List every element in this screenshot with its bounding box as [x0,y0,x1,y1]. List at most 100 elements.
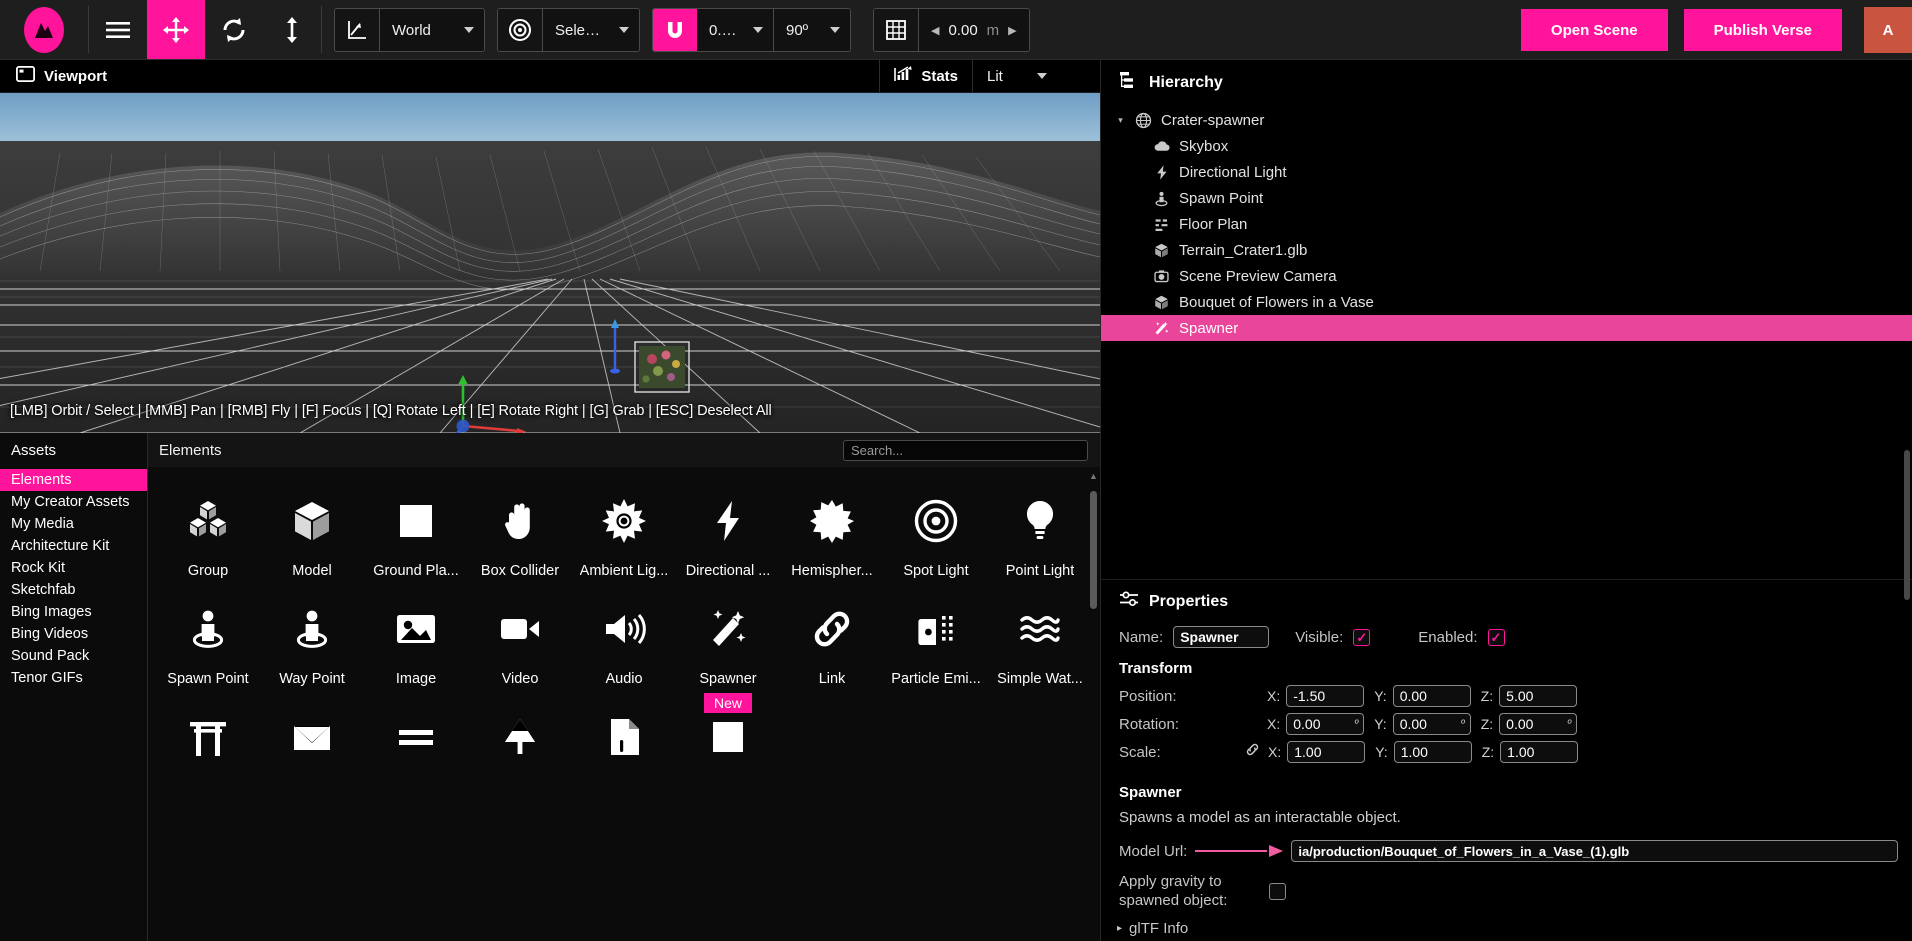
avatar[interactable]: A [1864,7,1912,53]
element-tile[interactable]: Model [260,485,364,587]
properties-scrollbar[interactable] [1903,410,1911,941]
element-tile[interactable]: Group [156,485,260,587]
hierarchy-item[interactable]: Spawn Point [1101,185,1912,211]
assets-item[interactable]: My Media [0,513,147,535]
hierarchy-list: ▾ Crater-spawner Skybox Directional Light Sp… [1101,105,1912,341]
assets-item[interactable]: Rock Kit [0,557,147,579]
snap-angle-select[interactable]: 90º [774,9,850,51]
element-tile[interactable]: Spot Light [884,485,988,587]
rotation-x-field[interactable] [1286,713,1365,735]
gravity-checkbox[interactable] [1269,882,1286,900]
magnet-snap-icon[interactable] [653,9,697,51]
rotation-z-field[interactable] [1499,713,1578,735]
chevron-down-icon[interactable]: ▾ [1115,115,1126,126]
assets-item[interactable]: Architecture Kit [0,535,147,557]
element-tile[interactable]: Point Light [988,485,1092,587]
model-url-field[interactable] [1291,840,1898,862]
element-tile[interactable]: Simple Wat... [988,593,1092,695]
hierarchy-item[interactable]: Floor Plan [1101,211,1912,237]
scale-y-field[interactable] [1393,741,1472,763]
element-tile[interactable]: Video [468,593,572,695]
scale-z-field[interactable] [1500,741,1579,763]
element-tile[interactable]: New [676,693,780,787]
rotation-y-field[interactable] [1392,713,1471,735]
element-tile[interactable] [156,701,260,787]
hierarchy-item-label: Scene Preview Camera [1179,267,1337,285]
element-tile-label: Image [395,671,437,687]
element-tile[interactable]: Spawn Point [156,593,260,695]
snap-distance-select[interactable]: 0.5m [697,9,773,51]
scrollbar-thumb[interactable] [1090,491,1097,609]
visible-checkbox[interactable] [1353,628,1371,646]
hierarchy-item[interactable]: Bouquet of Flowers in a Vase [1101,289,1912,315]
link-chain-icon[interactable] [1245,742,1260,762]
axis-gizmo-icon[interactable] [335,9,379,51]
element-tile[interactable] [364,701,468,787]
shading-mode-value: Lit [987,67,1003,85]
coordinate-space-select[interactable]: World [380,9,484,51]
hierarchy-item[interactable]: Terrain_Crater1.glb [1101,237,1912,263]
grid-icon[interactable] [874,9,918,51]
assets-item[interactable]: Sketchfab [0,579,147,601]
move-tool-icon[interactable] [147,0,205,59]
grid-height-unit: m [986,21,1000,39]
element-tile[interactable] [468,701,572,787]
hierarchy-item[interactable]: Spawner [1101,315,1912,341]
pivot-target-icon[interactable] [498,9,542,51]
element-tile[interactable]: Ground Pla... [364,485,468,587]
viewport-3d[interactable]: [LMB] Orbit / Select | [MMB] Pan | [RMB]… [0,93,1100,433]
hierarchy-item[interactable]: Skybox [1101,133,1912,159]
element-tile[interactable]: Audio [572,593,676,695]
element-tile[interactable]: Ambient Lig... [572,485,676,587]
element-tile-label: Video [501,671,539,687]
publish-verse-button[interactable]: Publish Verse [1683,9,1842,51]
position-x-field[interactable] [1286,685,1365,707]
left-triangle-icon[interactable]: ◀ [931,24,939,37]
element-tile[interactable] [260,701,364,787]
elements-scrollbar[interactable]: ▲ [1089,467,1098,941]
element-tile[interactable]: Particle Emi... [884,593,988,695]
enabled-checkbox[interactable] [1487,628,1505,646]
right-triangle-icon[interactable]: ▶ [1008,24,1016,37]
rotate-tool-icon[interactable] [205,0,263,59]
search-input[interactable] [843,439,1088,461]
assets-item[interactable]: Elements [0,469,147,491]
properties-title: Properties [1149,592,1229,610]
assets-item[interactable]: My Creator Assets [0,491,147,513]
properties-panel: Properties Name: Visible: Enabled: Trans… [1101,579,1912,941]
name-field[interactable] [1173,626,1270,648]
element-tile[interactable]: Spawner [676,593,780,695]
person-ring-icon [289,603,335,655]
element-tile[interactable]: Way Point [260,593,364,695]
element-tile[interactable] [572,701,676,787]
assets-item[interactable]: Tenor GIFs [0,667,147,689]
pivot-mode-select[interactable]: Selecti... [543,9,639,51]
element-tile[interactable]: Hemispher... [780,485,884,587]
assets-item[interactable]: Bing Images [0,601,147,623]
element-tile[interactable]: Directional ... [676,485,780,587]
position-y-field[interactable] [1392,685,1471,707]
hamburger-menu-icon[interactable] [89,0,147,59]
hierarchy-item[interactable]: ▾ Crater-spawner [1101,107,1912,133]
scale-x-field[interactable] [1287,741,1366,763]
assets-item[interactable]: Sound Pack [0,645,147,667]
assets-item[interactable]: Bing Videos [0,623,147,645]
app-logo[interactable] [0,0,88,59]
scale-tool-icon[interactable] [263,0,321,59]
open-scene-button[interactable]: Open Scene [1520,9,1668,51]
viewport-header: Viewport Stats Lit [0,60,1100,93]
scrollbar-thumb[interactable] [1904,450,1910,600]
shading-mode-select[interactable]: Lit [972,60,1100,92]
scroll-up-icon[interactable]: ▲ [1089,471,1098,481]
gltf-info-toggle[interactable]: ▸ glTF Info [1101,914,1912,937]
position-z-field[interactable] [1499,685,1578,707]
hierarchy-item[interactable]: Directional Light [1101,159,1912,185]
envelope-icon [289,711,335,763]
elements-panel: Elements Group Model Ground Pla... Box Coll… [148,433,1100,941]
element-tile[interactable]: Image [364,593,468,695]
hierarchy-item[interactable]: Scene Preview Camera [1101,263,1912,289]
stats-button[interactable]: Stats [879,60,972,92]
element-tile[interactable]: Box Collider [468,485,572,587]
element-tile[interactable]: Link [780,593,884,695]
grid-height-stepper[interactable]: ◀ 0.00 m ▶ [919,9,1029,51]
